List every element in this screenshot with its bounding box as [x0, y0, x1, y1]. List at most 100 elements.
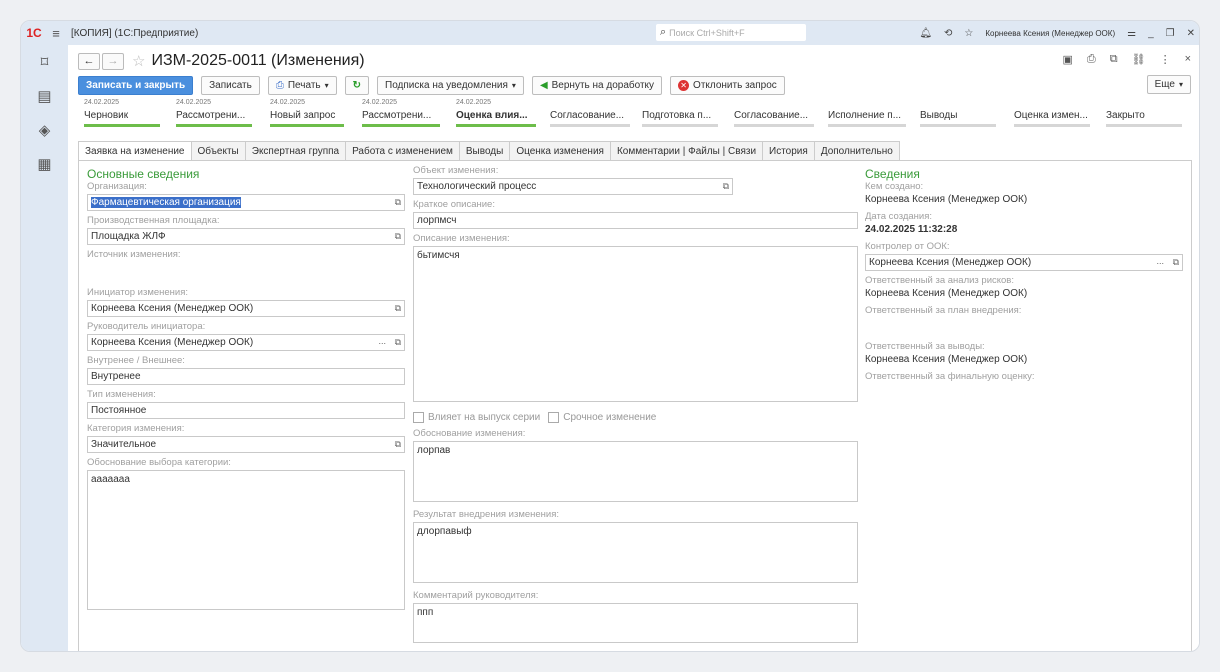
stage-item[interactable]: Выводы: [920, 99, 996, 131]
stage-item[interactable]: 24.02.2025 Оценка влия...: [456, 99, 536, 131]
tab-item[interactable]: Оценка изменения: [509, 141, 611, 160]
forward-arrow-icon[interactable]: →: [102, 52, 124, 70]
bell-icon[interactable]: 🔔︎: [919, 28, 932, 39]
minimize-icon[interactable]: _: [1148, 28, 1154, 39]
stage-item[interactable]: Согласование...: [550, 99, 630, 131]
close-form-icon[interactable]: ×: [1185, 53, 1191, 66]
tab-item[interactable]: Экспертная группа: [244, 141, 347, 160]
stage-item[interactable]: 24.02.2025 Черновик: [84, 99, 160, 131]
refresh-button[interactable]: ↻: [344, 75, 370, 95]
app-window: 1С ≡ [КОПИЯ] (1С:Предприятие) ⌕ Поиск Ct…: [20, 20, 1200, 652]
tab-item[interactable]: Заявка на изменение: [78, 141, 192, 161]
section-title: Основные сведения: [87, 167, 200, 181]
favorite-star-icon[interactable]: ☆: [964, 28, 973, 39]
stage-progress-bar: [550, 124, 630, 127]
stage-item[interactable]: Исполнение п...: [828, 99, 906, 131]
maximize-icon[interactable]: ❐: [1166, 28, 1175, 39]
preview-icon[interactable]: ⧉: [1110, 53, 1118, 66]
subscribe-button[interactable]: Подписка на уведомления ▾: [377, 75, 524, 95]
settings-icon[interactable]: ⚌: [1127, 28, 1136, 39]
tab-item[interactable]: История: [762, 141, 815, 160]
controller-label: Контролер от ООК:: [865, 241, 950, 252]
print-button[interactable]: ⎙ Печать ▾: [267, 75, 337, 95]
layers-icon[interactable]: ◈: [21, 113, 68, 147]
back-arrow-icon[interactable]: ←: [78, 52, 100, 70]
short-field[interactable]: лорпмсч: [413, 212, 858, 229]
history-icon[interactable]: ⟲: [944, 28, 952, 39]
comment-textarea[interactable]: ппп: [413, 603, 858, 643]
tab-item[interactable]: Дополнительно: [813, 141, 900, 160]
open-icon[interactable]: ⧉: [723, 181, 729, 192]
created-by-label: Кем создано:: [865, 181, 924, 192]
more-vert-icon[interactable]: ⋮: [1160, 53, 1171, 66]
1c-logo-icon[interactable]: 1С: [21, 21, 47, 45]
save-button[interactable]: Записать: [201, 75, 260, 95]
dashboard-icon[interactable]: ▤: [21, 79, 68, 113]
select-icon[interactable]: ...: [378, 336, 386, 346]
category-label: Категория изменения:: [87, 423, 185, 434]
sidebar: ⌑ ▤ ◈ ▦: [21, 45, 68, 651]
menu-icon[interactable]: ≡: [47, 26, 65, 41]
created-date-value: 24.02.2025 11:32:28: [865, 224, 958, 235]
search-input[interactable]: ⌕ Поиск Ctrl+Shift+F: [656, 24, 806, 41]
urgent-checkbox[interactable]: Срочное изменение: [548, 410, 656, 424]
inout-field[interactable]: Внутренее: [87, 368, 405, 385]
tab-item[interactable]: Выводы: [458, 141, 511, 160]
category-field[interactable]: Значительное ⧉: [87, 436, 405, 453]
stage-progress-bar: [84, 124, 160, 127]
close-icon[interactable]: ✕: [1187, 28, 1195, 39]
justif-textarea[interactable]: лорпав: [413, 441, 858, 502]
stage-item[interactable]: 24.02.2025 Рассмотрени...: [362, 99, 440, 131]
tab-panel: Основные сведения Организация: Фармацевт…: [78, 160, 1192, 651]
user-name[interactable]: Корнеева Ксения (Менеджер ООК): [985, 29, 1115, 38]
object-value: Технологический процесс: [417, 181, 537, 192]
stage-item[interactable]: Оценка измен...: [1014, 99, 1090, 131]
result-textarea[interactable]: длорпавыф: [413, 522, 858, 583]
reject-request-button[interactable]: ✕ Отклонить запрос: [670, 75, 785, 95]
stage-item[interactable]: Подготовка п...: [642, 99, 718, 131]
result-label: Результат внедрения изменения:: [413, 509, 560, 520]
org-field[interactable]: Фармацевтическая организация ⧉: [87, 194, 405, 211]
stage-item[interactable]: 24.02.2025 Новый запрос: [270, 99, 344, 131]
short-label: Краткое описание:: [413, 199, 495, 210]
desc-textarea[interactable]: бьтимсчя: [413, 246, 858, 402]
stage-progress-bar: [1014, 124, 1090, 127]
stage-date: [734, 99, 814, 109]
stage-item[interactable]: Закрыто: [1106, 99, 1182, 131]
title-bar: 1С ≡ [КОПИЯ] (1С:Предприятие) ⌕ Поиск Ct…: [21, 21, 1199, 45]
affects-batch-checkbox[interactable]: Влияет на выпуск серии: [413, 410, 540, 424]
save-disk-icon[interactable]: ▣: [1063, 53, 1073, 66]
open-icon[interactable]: ⧉: [395, 231, 401, 242]
tab-item[interactable]: Объекты: [190, 141, 246, 160]
open-icon[interactable]: ⧉: [1173, 257, 1179, 268]
stage-item[interactable]: Согласование...: [734, 99, 814, 131]
stage-item[interactable]: 24.02.2025 Рассмотрени...: [176, 99, 252, 131]
initiator-field[interactable]: Корнеева Ксения (Менеджер ООК) ⧉: [87, 300, 405, 317]
tab-item[interactable]: Работа с изменением: [345, 141, 460, 160]
controller-field[interactable]: Корнеева Ксения (Менеджер ООК)... ⧉: [865, 254, 1183, 271]
stage-date: [1014, 99, 1090, 109]
head-field[interactable]: Корнеева Ксения (Менеджер ООК)... ⧉: [87, 334, 405, 351]
save-and-close-button[interactable]: Записать и закрыть: [78, 75, 194, 95]
object-field[interactable]: Технологический процесс ⧉: [413, 178, 733, 195]
open-icon[interactable]: ⧉: [395, 303, 401, 314]
link-icon[interactable]: ⛓: [1132, 53, 1146, 66]
stage-name: Выводы: [920, 110, 958, 121]
open-icon[interactable]: ⧉: [395, 439, 401, 450]
controller-value: Корнеева Ксения (Менеджер ООК): [869, 257, 1032, 268]
tab-item[interactable]: Комментарии | Файлы | Связи: [609, 141, 764, 160]
open-icon[interactable]: ⧉: [395, 197, 401, 208]
stage-date: [550, 99, 630, 109]
stage-name: Рассмотрени...: [176, 110, 246, 121]
reports-icon[interactable]: ▦: [21, 147, 68, 181]
open-icon[interactable]: ⧉: [395, 337, 401, 348]
bookmark-icon[interactable]: ⌑: [21, 45, 68, 79]
site-field[interactable]: Площадка ЖЛФ ⧉: [87, 228, 405, 245]
more-button[interactable]: Еще ▾: [1146, 75, 1191, 94]
reason-textarea[interactable]: ааааааа: [87, 470, 405, 610]
print-icon[interactable]: ⎙: [1087, 53, 1096, 66]
select-icon[interactable]: ...: [1156, 256, 1164, 266]
type-field[interactable]: Постоянное: [87, 402, 405, 419]
favorite-star-icon[interactable]: ☆: [132, 52, 145, 70]
return-for-revision-button[interactable]: ◀ Вернуть на доработку: [531, 75, 663, 95]
